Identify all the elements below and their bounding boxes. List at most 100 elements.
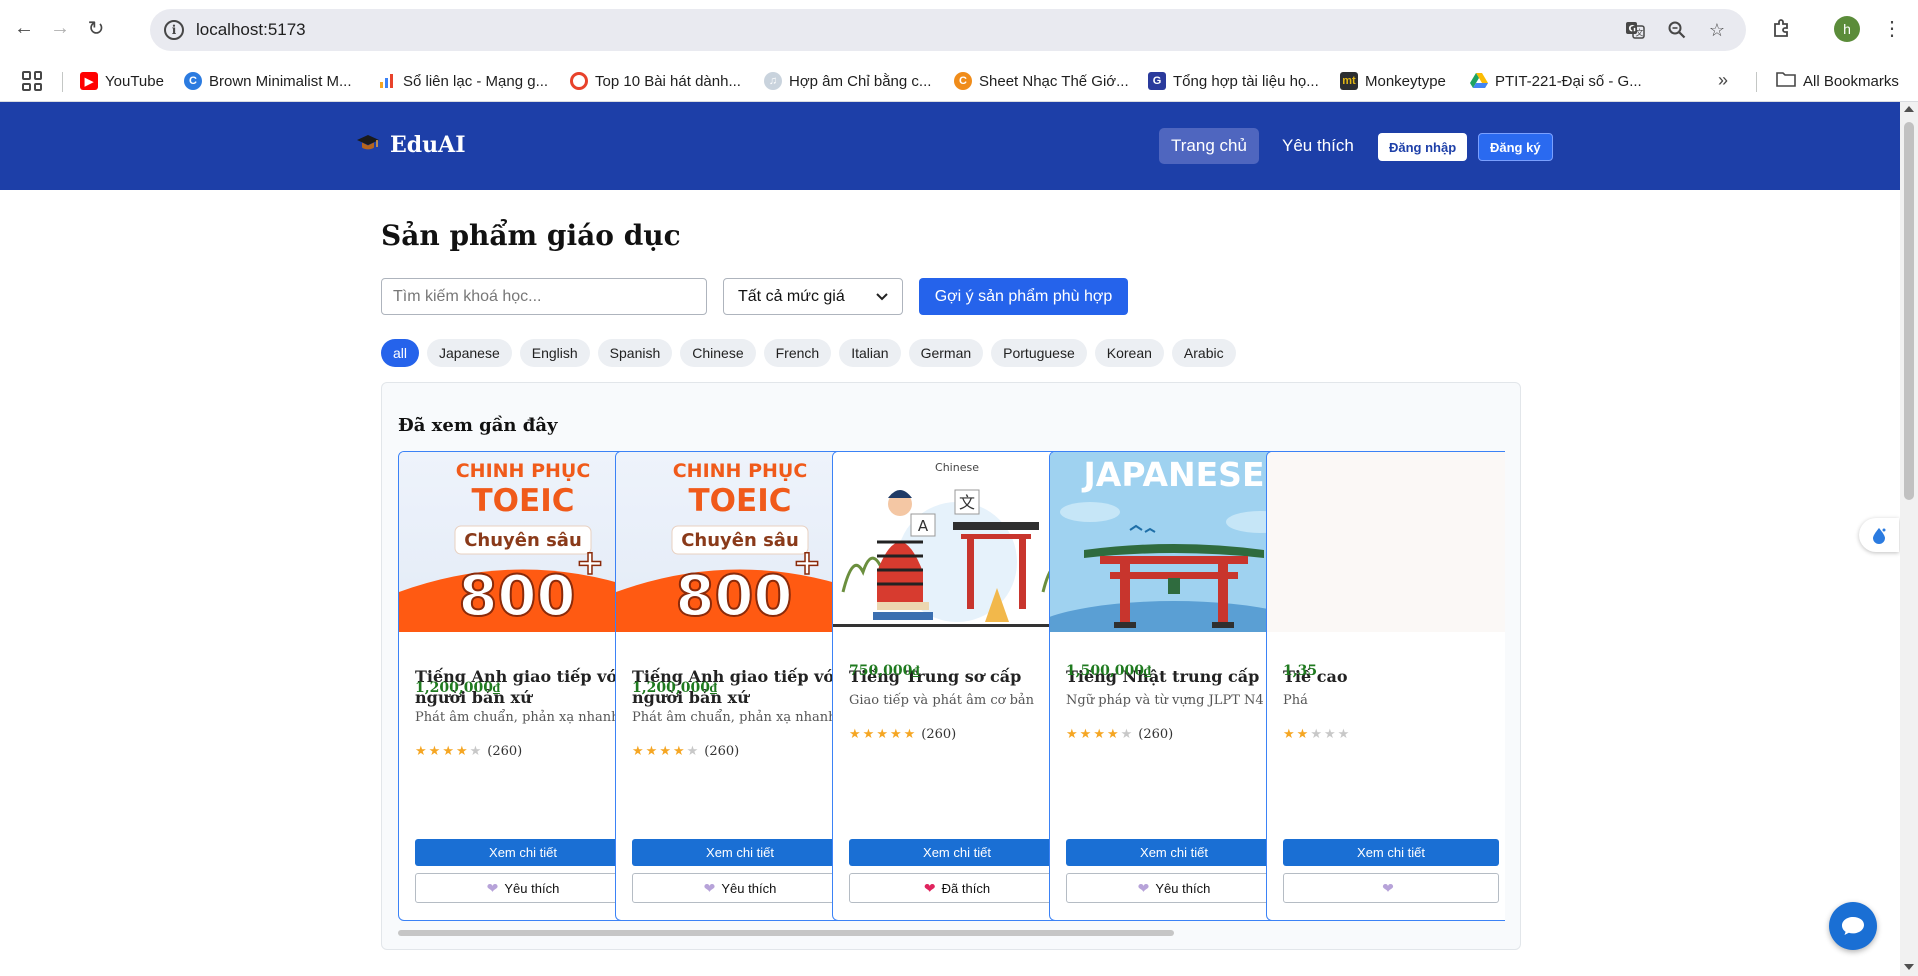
course-card[interactable]: Chinese 文 A Tiếng Trung sơ cấp 750,000₫ …: [832, 451, 1082, 921]
category-chips: all Japanese English Spanish Chinese French It…: [381, 339, 1236, 367]
bookmark-top10[interactable]: Top 10 Bài hát dành...: [570, 70, 741, 92]
course-price: 1,200,000₫: [632, 680, 718, 696]
extensions-icon[interactable]: [1768, 14, 1796, 42]
favorite-label: Yêu thích: [1155, 880, 1211, 896]
price-filter-value: Tất cả mức giá: [738, 287, 845, 305]
category-chip[interactable]: Chinese: [680, 339, 756, 367]
favorite-label: Yêu thích: [504, 880, 560, 896]
bookmark-separator: [62, 72, 63, 92]
category-chip[interactable]: Portuguese: [991, 339, 1087, 367]
reload-icon[interactable]: ↻: [82, 14, 110, 42]
star-icon: ★: [659, 744, 671, 759]
forward-icon[interactable]: →: [46, 14, 74, 42]
bookmark-sheet-nhac[interactable]: C Sheet Nhạc Thế Giớ...: [954, 70, 1129, 92]
course-card[interactable]: Tiế cao 1,35 Phá ★ ★ ★ ★ ★ Xem chi tiết ❤: [1266, 451, 1505, 921]
svg-text:文: 文: [1636, 28, 1644, 38]
course-thumbnail[interactable]: JAPANESE: [1050, 452, 1298, 632]
scroll-thumb[interactable]: [1904, 122, 1914, 500]
bookmark-label: PTIT-221-Đại số - G...: [1495, 72, 1642, 90]
menu-kebab-icon[interactable]: ⋮: [1878, 14, 1906, 42]
all-bookmarks-label: All Bookmarks: [1803, 72, 1899, 90]
course-thumbnail[interactable]: CHINH PHỤC TOEIC Chuyên sâu 800 +: [616, 452, 864, 632]
favorite-button[interactable]: ❤ Yêu thích: [415, 873, 631, 903]
category-chip[interactable]: Arabic: [1171, 339, 1236, 367]
favorite-label: Yêu thích: [721, 880, 777, 896]
course-rating: ★ ★ ★ ★ ★: [1283, 727, 1355, 742]
bookmark-youtube[interactable]: ▶ YouTube: [80, 70, 164, 92]
bookmark-monkeytype[interactable]: mt Monkeytype: [1340, 70, 1446, 92]
star-icon: ★: [686, 744, 699, 759]
price-filter-select[interactable]: Tất cả mức giá: [723, 278, 903, 315]
course-price: 1,500,000₫: [1066, 663, 1152, 679]
chat-bubble-icon: [1842, 917, 1864, 935]
course-thumbnail[interactable]: [1267, 452, 1505, 632]
search-input[interactable]: [381, 278, 707, 315]
category-chip[interactable]: Korean: [1094, 339, 1164, 367]
star-icon: ★: [1079, 727, 1092, 742]
review-count: (260): [1138, 727, 1174, 742]
zoom-icon[interactable]: [1666, 19, 1688, 41]
scroll-down-icon[interactable]: [1904, 964, 1914, 970]
course-card[interactable]: JAPANESE Tiếng Nhật trung cấp 1,500,000₫…: [1049, 451, 1299, 921]
category-chip[interactable]: German: [908, 339, 984, 367]
chat-button[interactable]: [1829, 902, 1877, 950]
bookmark-so-lien-lac[interactable]: Sổ liên lạc - Mạng g...: [378, 70, 548, 92]
bookmark-label: Sheet Nhạc Thế Giớ...: [979, 72, 1129, 90]
recently-viewed-carousel[interactable]: CHINH PHỤC TOEIC Chuyên sâu 800 + Tiếng …: [398, 451, 1505, 923]
login-button[interactable]: Đăng nhập: [1378, 133, 1468, 161]
view-detail-button[interactable]: Xem chi tiết: [415, 839, 631, 866]
profile-avatar[interactable]: h: [1834, 16, 1860, 42]
all-bookmarks[interactable]: All Bookmarks: [1776, 70, 1899, 92]
monkeytype-icon: mt: [1340, 72, 1358, 90]
heart-filled-icon: ❤: [923, 879, 936, 896]
course-thumbnail[interactable]: Chinese 文 A: [833, 452, 1081, 632]
bookmark-canva[interactable]: C Brown Minimalist M...: [184, 70, 352, 92]
category-chip[interactable]: Spanish: [597, 339, 673, 367]
category-chip[interactable]: all: [381, 339, 420, 367]
category-chip[interactable]: Japanese: [427, 339, 512, 367]
brand-logo[interactable]: EduAI: [356, 132, 466, 158]
page-scrollbar[interactable]: [1900, 102, 1918, 976]
back-icon[interactable]: ←: [10, 14, 38, 42]
course-description: Ngữ pháp và từ vựng JLPT N4: [1066, 693, 1264, 708]
suggest-products-button[interactable]: Gợi ý sản phẩm phù hợp: [919, 278, 1128, 315]
star-icon: ★: [1310, 727, 1322, 742]
bookmarks-overflow-icon[interactable]: »: [1718, 70, 1728, 91]
page-title: Sản phẩm giáo dục: [381, 219, 681, 252]
banner-line4: 800: [459, 564, 576, 629]
bookmark-hop-am[interactable]: ♫ Hợp âm Chỉ bằng c...: [764, 70, 931, 92]
address-bar[interactable]: i localhost:5173 G文 ☆: [150, 9, 1746, 51]
star-icon: ★: [632, 744, 644, 759]
nav-home[interactable]: Trang chủ: [1159, 128, 1259, 164]
translate-icon[interactable]: G文: [1624, 19, 1646, 41]
course-thumbnail[interactable]: CHINH PHỤC TOEIC Chuyên sâu 800 +: [399, 452, 647, 632]
scroll-up-icon[interactable]: [1904, 106, 1914, 112]
apps-grid-icon[interactable]: [22, 71, 42, 91]
carousel-scrollbar[interactable]: [398, 930, 1174, 936]
star-icon: ★: [903, 727, 916, 742]
water-drop-extension-icon[interactable]: [1859, 518, 1899, 552]
bookmarks-bar: ▶ YouTube C Brown Minimalist M... Sổ liê…: [0, 60, 1918, 102]
course-rating: ★ ★ ★ ★ ★ (260): [415, 744, 522, 759]
favorite-button[interactable]: ❤ Đã thích: [849, 873, 1065, 903]
favorite-button[interactable]: ❤ Yêu thích: [632, 873, 848, 903]
view-detail-button[interactable]: Xem chi tiết: [1066, 839, 1282, 866]
bookmark-ptit[interactable]: PTIT-221-Đại số - G...: [1470, 70, 1642, 92]
view-detail-button[interactable]: Xem chi tiết: [1283, 839, 1499, 866]
nav-favorites[interactable]: Yêu thích: [1270, 128, 1366, 164]
star-bookmark-icon[interactable]: ☆: [1706, 19, 1728, 41]
course-card[interactable]: CHINH PHỤC TOEIC Chuyên sâu 800 + Tiếng …: [398, 451, 648, 921]
site-info-icon[interactable]: i: [164, 20, 184, 40]
bookmark-tong-hop[interactable]: G Tổng hợp tài liệu họ...: [1148, 70, 1319, 92]
course-card[interactable]: CHINH PHỤC TOEIC Chuyên sâu 800 + Tiếng …: [615, 451, 865, 921]
review-count: (260): [487, 744, 523, 759]
register-button[interactable]: Đăng ký: [1478, 133, 1553, 161]
category-chip[interactable]: English: [519, 339, 590, 367]
favorite-button[interactable]: ❤ Yêu thích: [1066, 873, 1282, 903]
view-detail-button[interactable]: Xem chi tiết: [632, 839, 848, 866]
view-detail-button[interactable]: Xem chi tiết: [849, 839, 1065, 866]
address-url[interactable]: localhost:5173: [196, 20, 306, 40]
favorite-button[interactable]: ❤: [1283, 873, 1499, 903]
category-chip[interactable]: Italian: [839, 339, 901, 367]
category-chip[interactable]: French: [763, 339, 832, 367]
